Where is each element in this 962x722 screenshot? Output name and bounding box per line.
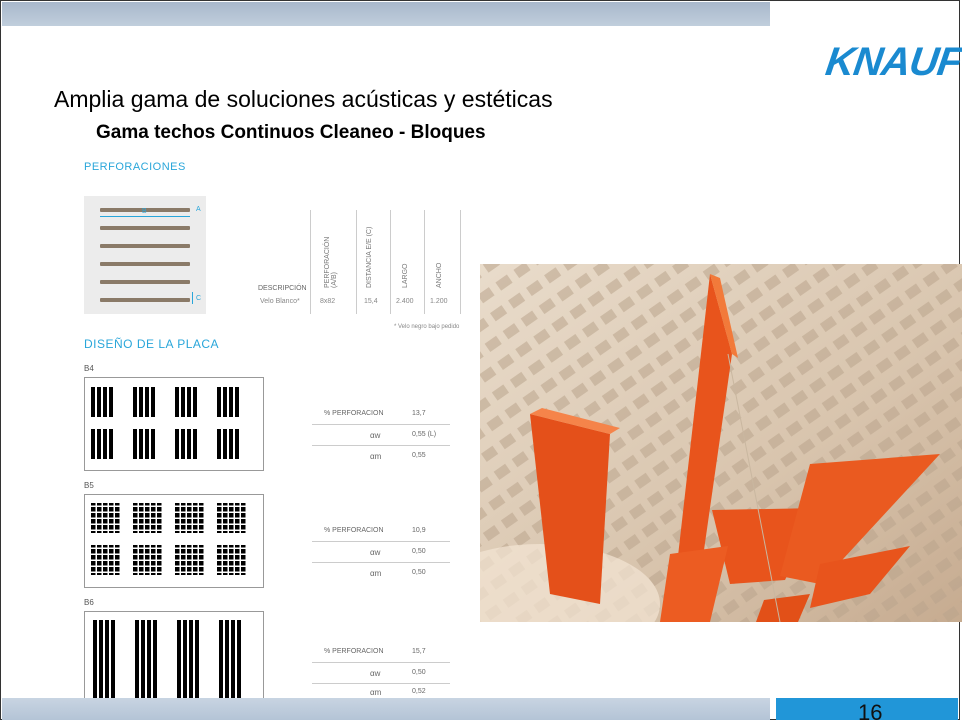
b4-am-value: 0,55 — [412, 452, 426, 459]
diseno-heading: DISEÑO DE LA PLACA — [84, 337, 220, 351]
page-number-box: 16 — [776, 698, 958, 720]
plate-name: B5 — [84, 481, 94, 490]
spec-divider — [312, 424, 450, 425]
col-descripcion: DESCRIPCIÓN — [258, 285, 307, 292]
cell-perforacion: 8x82 — [320, 298, 336, 305]
label-c: C — [196, 295, 202, 302]
plate-name: B6 — [84, 598, 94, 607]
b6-aw-label: αw — [370, 669, 381, 678]
plate-name: B4 — [84, 364, 94, 373]
b4-perforacion-value: 13,7 — [412, 410, 426, 417]
perforation-slot — [100, 226, 190, 230]
table-divider — [460, 210, 461, 314]
b4-aw-value: 0,55 (L) — [412, 431, 437, 438]
pattern-b6-graphic — [93, 620, 241, 699]
perforation-slot — [100, 262, 190, 266]
b4-perforacion-label: % PERFORACION — [324, 410, 384, 417]
label-b: B — [142, 208, 147, 215]
spec-divider — [312, 562, 450, 563]
perforation-slot — [100, 298, 190, 302]
b5-am-value: 0,50 — [412, 569, 426, 576]
page-number: 16 — [858, 700, 883, 720]
b6-aw-value: 0,50 — [412, 669, 426, 676]
plate-pattern-b5 — [84, 494, 264, 588]
footer-band — [2, 698, 770, 720]
plate-pattern-b6 — [84, 611, 264, 699]
perforation-slot — [100, 280, 190, 284]
b4-aw-label: αw — [370, 431, 381, 440]
dimension-line-c — [192, 292, 193, 304]
b5-aw-label: αw — [370, 548, 381, 557]
col-perforacion: PERFORACIÓN (A/B) — [324, 236, 338, 288]
table-divider — [310, 210, 311, 314]
table-divider — [356, 210, 357, 314]
b5-perforacion-value: 10,9 — [412, 527, 426, 534]
cell-distancia: 15,4 — [364, 298, 378, 305]
b5-perforacion-label: % PERFORACION — [324, 527, 384, 534]
dimension-line-b — [100, 216, 190, 217]
perforation-slot — [100, 244, 190, 248]
b6-perforacion-label: % PERFORACION — [324, 648, 384, 655]
pattern-b5-graphic — [91, 503, 247, 575]
spec-divider — [312, 445, 450, 446]
slide-title: Amplia gama de soluciones acústicas y es… — [54, 86, 553, 112]
table-divider — [424, 210, 425, 314]
cell-descripcion: Velo Blanco* — [260, 298, 300, 305]
perforaciones-heading: PERFORACIONES — [84, 161, 186, 173]
label-a: A — [196, 206, 201, 213]
plate-pattern-b4 — [84, 377, 264, 471]
b5-am-label: αm — [370, 569, 382, 578]
spec-divider — [312, 662, 450, 663]
b6-am-label: αm — [370, 688, 382, 697]
perforation-diagram: B A C — [84, 196, 206, 314]
slide-subtitle: Gama techos Continuos Cleaneo - Bloques — [96, 122, 486, 143]
b4-am-label: αm — [370, 452, 382, 461]
col-ancho: ANCHO — [436, 262, 443, 288]
header-band — [2, 2, 770, 26]
ceiling-photo-graphic — [480, 264, 962, 622]
ceiling-photo — [480, 264, 962, 622]
spec-divider — [312, 683, 450, 684]
cell-largo: 2.400 — [396, 298, 414, 305]
b6-perforacion-value: 15,7 — [412, 648, 426, 655]
knauf-logo: KNAUF — [822, 40, 962, 84]
footnote: * Velo negro bajo pedido — [394, 324, 460, 330]
table-divider — [390, 210, 391, 314]
col-largo: LARGO — [402, 263, 409, 288]
cell-ancho: 1.200 — [430, 298, 448, 305]
pattern-b4-graphic — [91, 387, 239, 459]
b6-am-value: 0,52 — [412, 688, 426, 695]
spec-divider — [312, 541, 450, 542]
b5-aw-value: 0,50 — [412, 548, 426, 555]
col-distancia: DISTANCIA E/E (C) — [366, 226, 373, 288]
